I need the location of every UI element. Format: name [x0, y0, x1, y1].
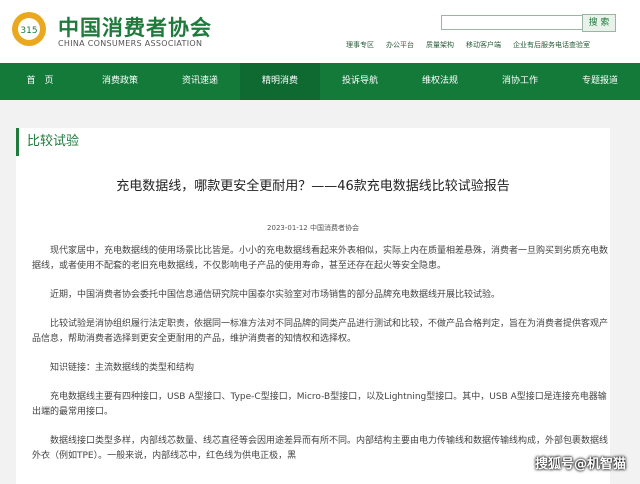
article-paragraph: 比较试验是消协组织履行法定职责，依据同一标准方法对不同品牌的同类产品进行测试和比… [32, 319, 609, 344]
watermark-text: 搜狐号@机智猫 [534, 457, 626, 472]
top-link-item[interactable]: 办公平台 [386, 40, 414, 50]
brand-name-cn: 中国消费者协会 [58, 16, 212, 40]
top-links: 理事专区 办公平台 质量架构 移动客户端 企业有后服务电话查验室 [340, 40, 596, 50]
main-nav: 首 页 消费政策 资讯速递 精明消费 投诉导航 维权法规 消协工作 专题报道 [0, 63, 640, 100]
top-link-item[interactable]: 理事专区 [346, 40, 374, 50]
top-link-item[interactable]: 移动客户端 [466, 40, 501, 50]
article-paragraph: 数据线接口类型多样，内部线芯数量、线芯直径等会因用途差异而有所不同。内部结构主要… [32, 436, 609, 461]
nav-item-complaints[interactable]: 投诉导航 [320, 63, 400, 100]
search-button[interactable]: 搜 索 [582, 14, 616, 32]
article-paragraph: 知识链接：主流数据线的类型和结构 [50, 363, 195, 373]
site-header: 315 中国消费者协会 CHINA CONSUMERS ASSOCIATION … [0, 0, 640, 63]
top-link-item[interactable]: 质量架构 [426, 40, 454, 50]
brand-name-en: CHINA CONSUMERS ASSOCIATION [58, 39, 203, 48]
search-input[interactable] [441, 15, 583, 30]
nav-item-regulations[interactable]: 维权法规 [400, 63, 480, 100]
article-body: 现代家居中，充电数据线的使用场景比比皆是。小小的充电数据线看起来外表相似，实际上… [32, 244, 612, 478]
article-paragraph: 近期，中国消费者协会委托中国信息通信研究院中国泰尔实验室对市场销售的部分品牌充电… [50, 290, 501, 300]
nav-item-news[interactable]: 资讯速递 [160, 63, 240, 100]
cca-logo-icon: 315 [12, 12, 46, 46]
top-link-item[interactable]: 企业有后服务电话查验室 [513, 40, 590, 50]
article-paragraph: 现代家居中，充电数据线的使用场景比比皆是。小小的充电数据线看起来外表相似，实际上… [32, 246, 609, 271]
nav-item-home[interactable]: 首 页 [0, 63, 80, 100]
nav-item-smart-consumption[interactable]: 精明消费 [240, 63, 320, 100]
article-panel: 比较试验 充电数据线，哪款更安全更耐用？——46款充电数据线比较试验报告 202… [16, 128, 610, 484]
svg-text:315: 315 [20, 26, 37, 36]
section-title: 比较试验 [16, 128, 610, 156]
article-meta: 2023-01-12 中国消费者协会 [267, 224, 359, 232]
article-paragraph: 充电数据线主要有四种接口，USB A型接口、Type-C型接口，Micro-B型… [32, 392, 607, 417]
nav-item-policy[interactable]: 消费政策 [80, 63, 160, 100]
nav-item-association-work[interactable]: 消协工作 [480, 63, 560, 100]
article-title: 充电数据线，哪款更安全更耐用？——46款充电数据线比较试验报告 [116, 179, 510, 194]
nav-item-special-reports[interactable]: 专题报道 [560, 63, 640, 100]
